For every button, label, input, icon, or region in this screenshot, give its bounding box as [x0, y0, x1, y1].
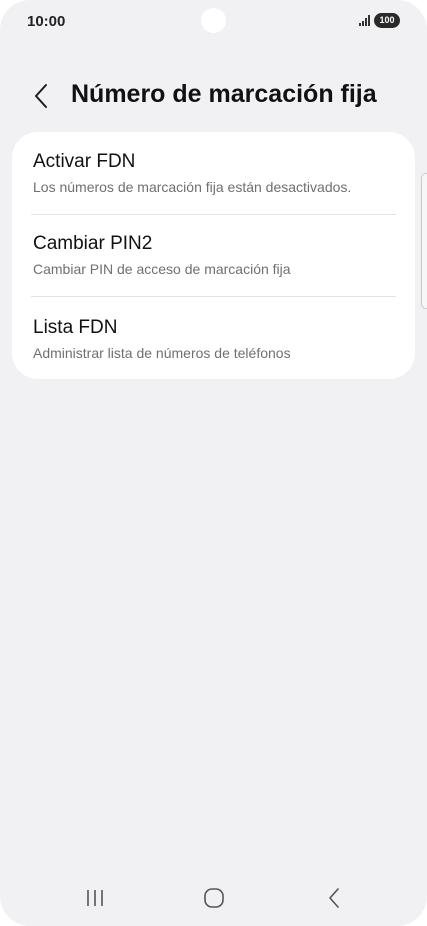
navigation-bar [0, 870, 427, 926]
status-indicators: 100 [359, 13, 400, 28]
activate-fdn-item[interactable]: Activar FDN Los números de marcación fij… [12, 132, 415, 215]
change-pin2-item[interactable]: Cambiar PIN2 Cambiar PIN de acceso de ma… [12, 215, 415, 297]
page-title: Número de marcación fija [71, 80, 377, 108]
battery-icon: 100 [374, 13, 400, 28]
home-button[interactable] [194, 878, 234, 918]
item-title: Activar FDN [33, 151, 136, 172]
back-button[interactable] [26, 80, 56, 112]
settings-card: Activar FDN Los números de marcación fij… [12, 132, 415, 379]
nav-back-button[interactable] [314, 878, 354, 918]
item-title: Lista FDN [33, 317, 118, 338]
scroll-indicator[interactable] [421, 173, 427, 309]
header: Número de marcación fija [0, 74, 427, 118]
recents-icon [87, 890, 103, 906]
chevron-left-icon [35, 84, 47, 108]
item-title: Cambiar PIN2 [33, 233, 153, 254]
home-icon [204, 888, 224, 908]
phone-screen: 10:00 100 Número de marcación fija Activ… [0, 0, 427, 926]
item-subtitle: Administrar lista de números de teléfono… [33, 345, 291, 361]
recents-button[interactable] [75, 878, 115, 918]
item-subtitle: Los números de marcación fija están desa… [33, 179, 352, 195]
status-time: 10:00 [27, 13, 66, 30]
item-subtitle: Cambiar PIN de acceso de marcación fija [33, 261, 291, 277]
fdn-list-item[interactable]: Lista FDN Administrar lista de números d… [12, 297, 415, 379]
camera-cutout [201, 8, 226, 33]
status-bar: 10:00 100 [0, 0, 427, 44]
signal-icon [359, 15, 370, 26]
back-icon [329, 888, 339, 908]
